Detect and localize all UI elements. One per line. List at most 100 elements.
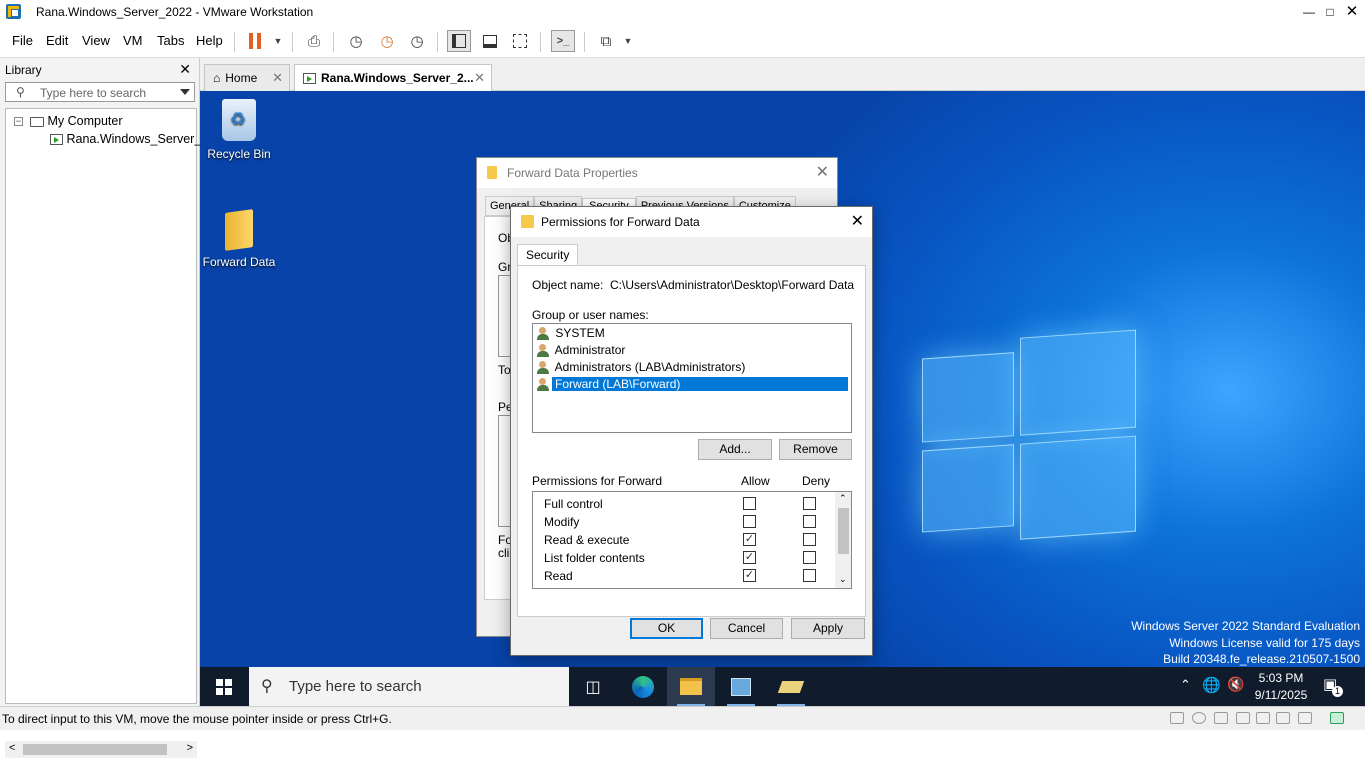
message-log-icon[interactable] xyxy=(1330,712,1344,724)
library-search-placeholder: Type here to search xyxy=(40,86,147,100)
volume-muted-icon[interactable]: 🔇 xyxy=(1227,676,1244,693)
task-view-icon[interactable]: ◫ xyxy=(569,667,617,706)
remove-button[interactable]: Remove xyxy=(779,439,852,460)
display-icon[interactable] xyxy=(1298,712,1312,724)
scroll-thumb[interactable] xyxy=(23,744,167,755)
tab-close-icon[interactable]: ✕ xyxy=(272,70,283,86)
users-icon xyxy=(537,378,552,392)
deny-checkbox[interactable] xyxy=(803,569,816,582)
stretch-dropdown-icon[interactable]: ▼ xyxy=(616,30,640,52)
properties-dialog-title: Forward Data Properties xyxy=(507,166,638,180)
scroll-thumb[interactable] xyxy=(838,508,849,554)
revert-snapshot-icon[interactable]: ◷ xyxy=(375,30,399,52)
vmware-app-icon xyxy=(6,4,21,19)
desktop-icon-recycle-bin[interactable]: Recycle Bin xyxy=(200,99,279,161)
pause-button[interactable] xyxy=(243,30,267,52)
windows-start-icon xyxy=(216,678,232,695)
menu-file[interactable]: File xyxy=(12,33,33,48)
thumbnail-bar-icon[interactable] xyxy=(478,30,502,52)
server-manager-icon[interactable] xyxy=(717,667,765,706)
tab-security[interactable]: Security xyxy=(517,244,579,266)
usb-icon[interactable] xyxy=(1236,712,1250,724)
menu-vm[interactable]: VM xyxy=(123,33,143,48)
user-item[interactable]: SYSTEM xyxy=(537,326,849,343)
add-button[interactable]: Add... xyxy=(698,439,772,460)
search-dropdown-icon[interactable] xyxy=(180,89,190,95)
tab-close-icon[interactable]: ✕ xyxy=(474,70,485,86)
cd-dvd-icon[interactable] xyxy=(1192,712,1206,724)
notification-icon[interactable]: ▣ 1 xyxy=(1323,675,1343,697)
notification-count: 1 xyxy=(1332,686,1343,697)
show-hidden-icons[interactable]: ⌃ xyxy=(1180,677,1191,693)
desktop-icon-forward-data[interactable]: Forward Data xyxy=(200,209,279,269)
tree-label: My Computer xyxy=(47,114,123,128)
library-search-input[interactable]: ⚲ Type here to search xyxy=(5,82,195,102)
edge-icon[interactable] xyxy=(619,667,667,706)
shared-folder-icon[interactable] xyxy=(767,667,815,706)
menu-help[interactable]: Help xyxy=(196,33,223,48)
menu-view[interactable]: View xyxy=(82,33,110,48)
user-list[interactable]: SYSTEM Administrator Administrators (LAB… xyxy=(532,323,852,433)
power-dropdown-icon[interactable]: ▼ xyxy=(266,30,290,52)
snapshot-manager-icon[interactable]: ◷ xyxy=(405,30,429,52)
user-item[interactable]: Administrator xyxy=(537,343,849,360)
library-horizontal-scrollbar[interactable]: < > xyxy=(5,741,197,758)
deny-checkbox[interactable] xyxy=(803,533,816,546)
scroll-down-icon[interactable]: ⌄ xyxy=(839,574,847,585)
vm-display[interactable]: Recycle Bin Forward Data Windows Server … xyxy=(200,91,1365,706)
printer-icon[interactable] xyxy=(1256,712,1270,724)
tree-item-vm[interactable]: Rana.Windows_Server_2 xyxy=(50,132,208,146)
dialog-close-icon[interactable]: ✕ xyxy=(851,211,864,231)
status-text: To direct input to this VM, move the mou… xyxy=(2,712,392,726)
watermark-line: Windows Server 2022 Standard Evaluation xyxy=(1131,619,1360,633)
sound-card-icon[interactable] xyxy=(1276,712,1290,724)
allow-checkbox-checked[interactable]: ✓ xyxy=(743,533,756,546)
taskbar-search-box[interactable]: ⚲ Type here to search xyxy=(249,667,569,706)
library-close-icon[interactable]: ✕ xyxy=(179,61,191,78)
deny-header: Deny xyxy=(802,474,831,488)
allow-checkbox[interactable] xyxy=(743,497,756,510)
watermark-line: Windows License valid for 175 days xyxy=(1169,636,1360,650)
menu-tabs[interactable]: Tabs xyxy=(157,33,184,48)
network-icon[interactable]: 🌐 xyxy=(1202,676,1221,694)
watermark-line: Build 20348.fe_release.210507-1500 xyxy=(1163,652,1360,666)
scroll-up-icon[interactable]: ⌃ xyxy=(839,493,847,504)
collapse-icon[interactable]: − xyxy=(14,117,23,126)
full-screen-icon[interactable] xyxy=(508,30,532,52)
cancel-button[interactable]: Cancel xyxy=(710,618,783,639)
user-item-selected[interactable]: Forward (LAB\Forward) xyxy=(537,377,850,394)
user-item[interactable]: Administrators (LAB\Administrators) xyxy=(537,360,849,377)
network-adapter-icon[interactable] xyxy=(1214,712,1228,724)
deny-checkbox[interactable] xyxy=(803,515,816,528)
allow-checkbox-checked[interactable]: ✓ xyxy=(743,569,756,582)
scroll-left-icon[interactable]: < xyxy=(9,742,15,754)
console-view-icon[interactable]: >_ xyxy=(551,30,575,52)
menu-edit[interactable]: Edit xyxy=(46,33,68,48)
file-explorer-icon[interactable] xyxy=(667,667,715,706)
apply-button[interactable]: Apply xyxy=(791,618,865,639)
hard-disk-icon[interactable] xyxy=(1170,712,1184,724)
close-button[interactable]: ✕ xyxy=(1340,2,1364,22)
deny-checkbox[interactable] xyxy=(803,551,816,564)
allow-checkbox[interactable] xyxy=(743,515,756,528)
start-button[interactable] xyxy=(200,667,248,706)
deny-checkbox[interactable] xyxy=(803,497,816,510)
library-tree: − My Computer Rana.Windows_Server_2 xyxy=(5,108,208,704)
tab-vm[interactable]: Rana.Windows_Server_2... ✕ xyxy=(294,64,492,91)
scroll-right-icon[interactable]: > xyxy=(187,742,193,754)
properties-close-icon[interactable]: ✕ xyxy=(816,162,829,182)
show-library-icon[interactable] xyxy=(447,30,471,52)
tab-home[interactable]: ⌂ Home ✕ xyxy=(204,64,290,91)
allow-checkbox-checked[interactable]: ✓ xyxy=(743,551,756,564)
tree-item-my-computer[interactable]: My Computer xyxy=(30,114,123,128)
send-ctrl-alt-del-icon[interactable]: ⎙ xyxy=(302,30,326,52)
stretch-icon[interactable]: ⧉ xyxy=(594,30,618,52)
maximize-button[interactable]: □ xyxy=(1318,2,1342,22)
permission-name: Read & execute xyxy=(544,533,630,547)
group-label: Group or user names: xyxy=(532,308,649,322)
snapshot-icon[interactable]: ◷ xyxy=(344,30,368,52)
users-icon xyxy=(537,327,552,341)
clock[interactable]: 5:03 PM 9/11/2025 xyxy=(1254,671,1308,702)
ok-button[interactable]: OK xyxy=(630,618,703,639)
permissions-scrollbar[interactable]: ⌃ ⌄ xyxy=(835,492,851,588)
